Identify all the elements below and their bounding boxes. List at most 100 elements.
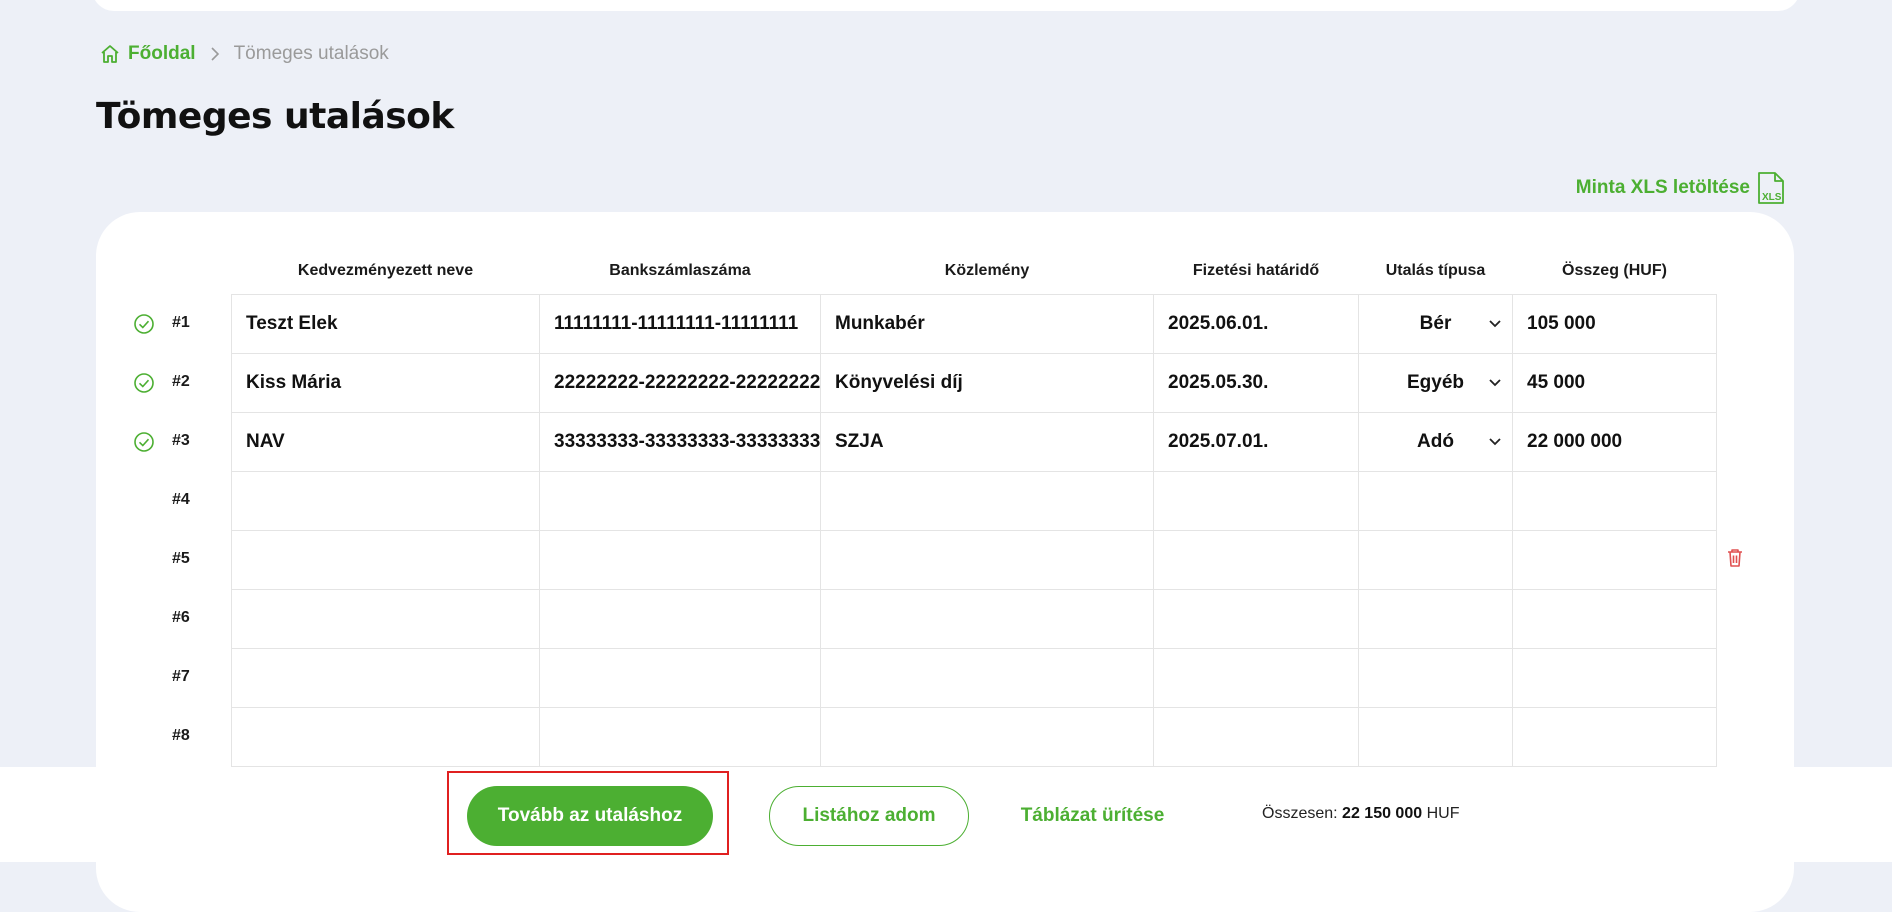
note-value: SZJA bbox=[835, 431, 884, 452]
amount-cell[interactable] bbox=[1512, 707, 1717, 767]
account-number-cell[interactable] bbox=[539, 471, 821, 531]
check-circle-icon bbox=[134, 313, 154, 334]
beneficiary-name-cell[interactable] bbox=[231, 471, 540, 531]
account-number-value: 33333333-33333333-33333333 bbox=[554, 431, 821, 452]
note-cell[interactable] bbox=[820, 530, 1154, 590]
row-number: #7 bbox=[172, 667, 190, 685]
transfer-type-cell[interactable]: Egyéb bbox=[1358, 353, 1513, 413]
amount-cell[interactable]: 22 000 000 bbox=[1512, 412, 1717, 472]
beneficiary-name-cell[interactable] bbox=[231, 589, 540, 649]
chevron-down-icon bbox=[1489, 438, 1501, 446]
row-number: #1 bbox=[172, 313, 190, 331]
row-number: #4 bbox=[172, 490, 190, 508]
chevron-right-icon bbox=[210, 46, 220, 62]
amount-value: 45 000 bbox=[1527, 372, 1586, 393]
transfer-type-cell[interactable] bbox=[1358, 707, 1513, 767]
due-date-cell[interactable] bbox=[1153, 589, 1359, 649]
check-circle-icon bbox=[134, 431, 154, 452]
clear-table-button[interactable]: Táblázat ürítése bbox=[1010, 786, 1175, 846]
transfer-type-cell[interactable] bbox=[1358, 648, 1513, 708]
breadcrumb-home[interactable]: Főoldal bbox=[100, 43, 196, 65]
due-date-cell[interactable] bbox=[1153, 471, 1359, 531]
beneficiary-name-value: Kiss Mária bbox=[246, 372, 342, 393]
breadcrumb-home-label: Főoldal bbox=[128, 43, 196, 64]
amount-cell[interactable] bbox=[1512, 648, 1717, 708]
row-number: #3 bbox=[172, 431, 190, 449]
download-xls-label: Minta XLS letöltése bbox=[1575, 177, 1750, 198]
account-number-cell[interactable] bbox=[539, 707, 821, 767]
note-cell[interactable] bbox=[820, 648, 1154, 708]
account-number-cell[interactable] bbox=[539, 530, 821, 590]
column-header-beneficiary-name: Kedvezményezett neve bbox=[297, 262, 474, 279]
check-circle-icon bbox=[134, 372, 154, 393]
due-date-value: 2025.05.30. bbox=[1168, 372, 1269, 393]
total-summary: Összesen: 22 150 000 HUF bbox=[1262, 805, 1459, 823]
note-cell[interactable]: SZJA bbox=[820, 412, 1154, 472]
account-number-value: 22222222-22222222-22222222 bbox=[554, 372, 821, 393]
beneficiary-name-cell[interactable]: NAV bbox=[231, 412, 540, 472]
note-cell[interactable] bbox=[820, 471, 1154, 531]
column-header-amount: Összeg (HUF) bbox=[1562, 262, 1667, 279]
trash-icon[interactable] bbox=[1727, 548, 1743, 573]
column-header-due-date: Fizetési határidő bbox=[1192, 262, 1320, 279]
beneficiary-name-cell[interactable] bbox=[231, 648, 540, 708]
amount-cell[interactable]: 45 000 bbox=[1512, 353, 1717, 413]
top-card bbox=[92, 0, 1800, 11]
transfer-type-cell[interactable] bbox=[1358, 530, 1513, 590]
due-date-cell[interactable]: 2025.06.01. bbox=[1153, 294, 1359, 354]
account-number-cell[interactable]: 33333333-33333333-33333333 bbox=[539, 412, 821, 472]
beneficiary-name-cell[interactable]: Teszt Elek bbox=[231, 294, 540, 354]
amount-value: 22 000 000 bbox=[1527, 431, 1623, 452]
column-header-transfer-type: Utalás típusa bbox=[1385, 262, 1486, 279]
account-number-cell[interactable]: 22222222-22222222-22222222 bbox=[539, 353, 821, 413]
transfer-type-value: Bér bbox=[1419, 313, 1452, 334]
amount-value: 105 000 bbox=[1527, 313, 1596, 334]
note-cell[interactable] bbox=[820, 589, 1154, 649]
total-label: Összesen: bbox=[1262, 805, 1338, 822]
page-title: Tömeges utalások bbox=[96, 96, 454, 137]
note-cell[interactable] bbox=[820, 707, 1154, 767]
beneficiary-name-value: Teszt Elek bbox=[246, 313, 338, 334]
beneficiary-name-cell[interactable] bbox=[231, 530, 540, 590]
add-to-list-button[interactable]: Listához adom bbox=[769, 786, 969, 846]
breadcrumb-current: Tömeges utalások bbox=[233, 43, 389, 64]
transfer-type-cell[interactable]: Bér bbox=[1358, 294, 1513, 354]
column-header-account-number: Bankszámlaszáma bbox=[609, 262, 751, 279]
column-header-note: Közlemény bbox=[944, 262, 1030, 279]
amount-cell[interactable] bbox=[1512, 530, 1717, 590]
transfer-type-cell[interactable] bbox=[1358, 471, 1513, 531]
note-cell[interactable]: Munkabér bbox=[820, 294, 1154, 354]
account-number-cell[interactable]: 11111111-11111111-11111111 bbox=[539, 294, 821, 354]
transfer-type-value: Egyéb bbox=[1406, 372, 1465, 393]
transfer-type-value: Adó bbox=[1417, 431, 1454, 452]
svg-text:XLS: XLS bbox=[1762, 192, 1782, 203]
amount-cell[interactable] bbox=[1512, 589, 1717, 649]
due-date-cell[interactable] bbox=[1153, 530, 1359, 590]
note-value: Könyvelési díj bbox=[835, 372, 963, 393]
due-date-cell[interactable]: 2025.07.01. bbox=[1153, 412, 1359, 472]
due-date-value: 2025.07.01. bbox=[1168, 431, 1269, 452]
beneficiary-name-cell[interactable]: Kiss Mária bbox=[231, 353, 540, 413]
row-number: #2 bbox=[172, 372, 190, 390]
note-cell[interactable]: Könyvelési díj bbox=[820, 353, 1154, 413]
row-number: #8 bbox=[172, 726, 190, 744]
download-xls-link[interactable]: Minta XLS letöltése XLS bbox=[1576, 170, 1786, 206]
due-date-cell[interactable]: 2025.05.30. bbox=[1153, 353, 1359, 413]
total-amount: 22 150 000 bbox=[1342, 805, 1423, 822]
amount-cell[interactable] bbox=[1512, 471, 1717, 531]
beneficiary-name-value: NAV bbox=[246, 431, 285, 452]
continue-to-transfer-button[interactable]: Tovább az utaláshoz bbox=[467, 786, 713, 846]
due-date-cell[interactable] bbox=[1153, 707, 1359, 767]
account-number-cell[interactable] bbox=[539, 648, 821, 708]
total-currency: HUF bbox=[1426, 805, 1460, 822]
breadcrumb: Főoldal Tömeges utalások bbox=[100, 42, 389, 66]
account-number-cell[interactable] bbox=[539, 589, 821, 649]
transfer-type-cell[interactable]: Adó bbox=[1358, 412, 1513, 472]
amount-cell[interactable]: 105 000 bbox=[1512, 294, 1717, 354]
transfer-type-cell[interactable] bbox=[1358, 589, 1513, 649]
account-number-value: 11111111-11111111-11111111 bbox=[554, 313, 799, 334]
chevron-down-icon bbox=[1489, 379, 1501, 387]
beneficiary-name-cell[interactable] bbox=[231, 707, 540, 767]
row-number: #6 bbox=[172, 608, 190, 626]
due-date-cell[interactable] bbox=[1153, 648, 1359, 708]
